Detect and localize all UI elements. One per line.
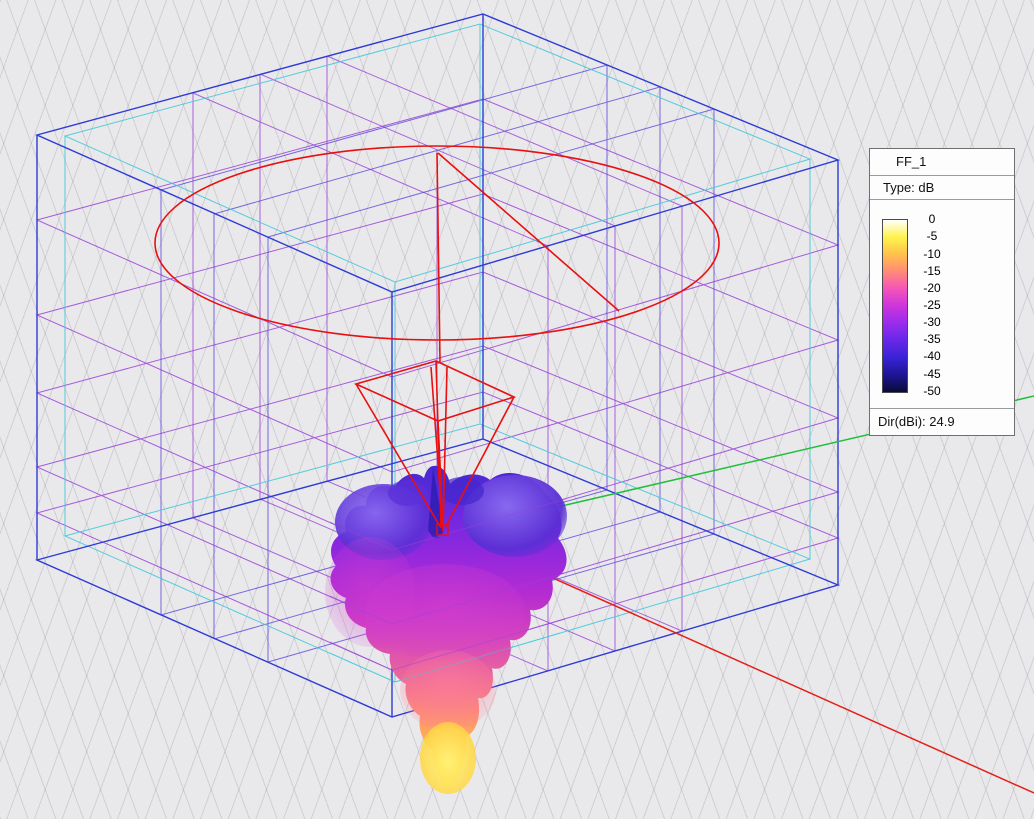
radiation-pattern-lobe — [325, 466, 567, 794]
theta-radius-line — [438, 153, 619, 311]
colorbar-tick: 0 — [917, 212, 947, 226]
colorbar-tick: -50 — [917, 384, 947, 398]
colorbar — [882, 219, 908, 393]
legend-title: FF_1 — [870, 149, 1014, 176]
main-window: FF_1 Type: dB 0 -5 -10 -15 -20 -25 -30 -… — [0, 0, 1034, 819]
pattern-main-beam-tip — [420, 722, 476, 794]
colorbar-tick: -20 — [917, 281, 947, 295]
farfield-legend: FF_1 Type: dB 0 -5 -10 -15 -20 -25 -30 -… — [869, 148, 1015, 436]
colorbar-tick: -15 — [917, 264, 947, 278]
colorbar-ticks: 0 -5 -10 -15 -20 -25 -30 -35 -40 -45 -50 — [917, 212, 947, 398]
colorbar-tick: -35 — [917, 332, 947, 346]
colorbar-tick: -30 — [917, 315, 947, 329]
colorbar-tick: -10 — [917, 247, 947, 261]
colorbar-tick: -45 — [917, 367, 947, 381]
colorbar-tick: -5 — [917, 229, 947, 243]
colorbar-tick: -40 — [917, 349, 947, 363]
colorbar-tick: -25 — [917, 298, 947, 312]
legend-type-label: Type: dB — [870, 176, 1014, 201]
legend-directivity-label: Dir(dBi): 24.9 — [870, 408, 1014, 435]
legend-colorbar-section: 0 -5 -10 -15 -20 -25 -30 -35 -40 -45 -50 — [870, 200, 1014, 408]
